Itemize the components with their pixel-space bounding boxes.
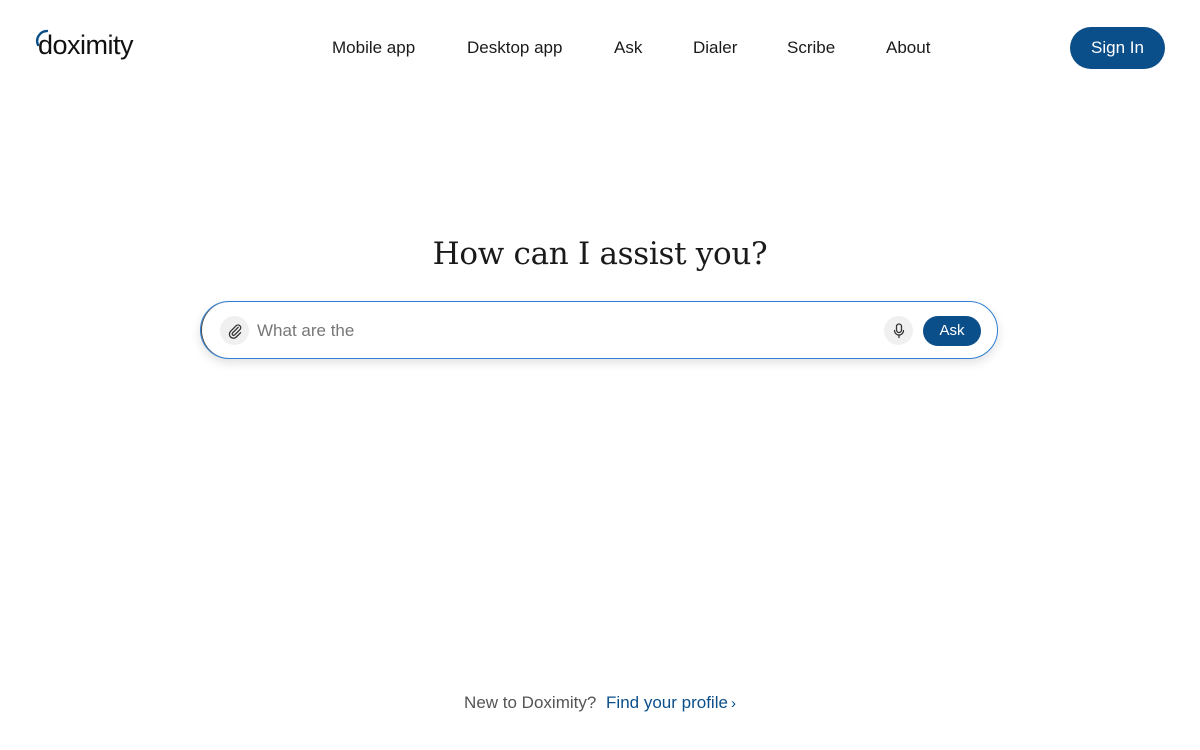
nav-dialer[interactable]: Dialer xyxy=(693,36,737,60)
nav-about[interactable]: About xyxy=(886,36,930,60)
page: doximity Mobile app Desktop app Ask Dial… xyxy=(0,0,1200,750)
nav-scribe[interactable]: Scribe xyxy=(787,36,835,60)
nav-mobile-app[interactable]: Mobile app xyxy=(332,36,415,60)
search-box: Ask xyxy=(200,301,998,359)
doximity-logo[interactable]: doximity xyxy=(35,28,134,64)
paperclip-icon xyxy=(228,323,241,339)
nav-ask[interactable]: Ask xyxy=(614,36,642,60)
signup-prompt: New to Doximity? Find your profile › xyxy=(0,692,1200,715)
sign-in-button[interactable]: Sign In xyxy=(1070,27,1165,69)
attach-button[interactable] xyxy=(220,316,249,345)
nav-desktop-app[interactable]: Desktop app xyxy=(467,36,562,60)
find-profile-link[interactable]: Find your profile › xyxy=(606,693,736,712)
ask-button[interactable]: Ask xyxy=(923,316,981,346)
logo-text: doximity xyxy=(38,30,134,60)
microphone-button[interactable] xyxy=(884,316,913,345)
chevron-right-icon: › xyxy=(730,695,736,712)
site-header: doximity Mobile app Desktop app Ask Dial… xyxy=(0,0,1200,94)
search-input[interactable] xyxy=(257,317,857,345)
page-title: How can I assist you? xyxy=(432,236,768,272)
new-user-text: New to Doximity? xyxy=(464,693,597,712)
microphone-icon xyxy=(893,322,904,338)
logo-arc-icon xyxy=(35,29,49,47)
find-profile-label: Find your profile xyxy=(606,693,728,712)
